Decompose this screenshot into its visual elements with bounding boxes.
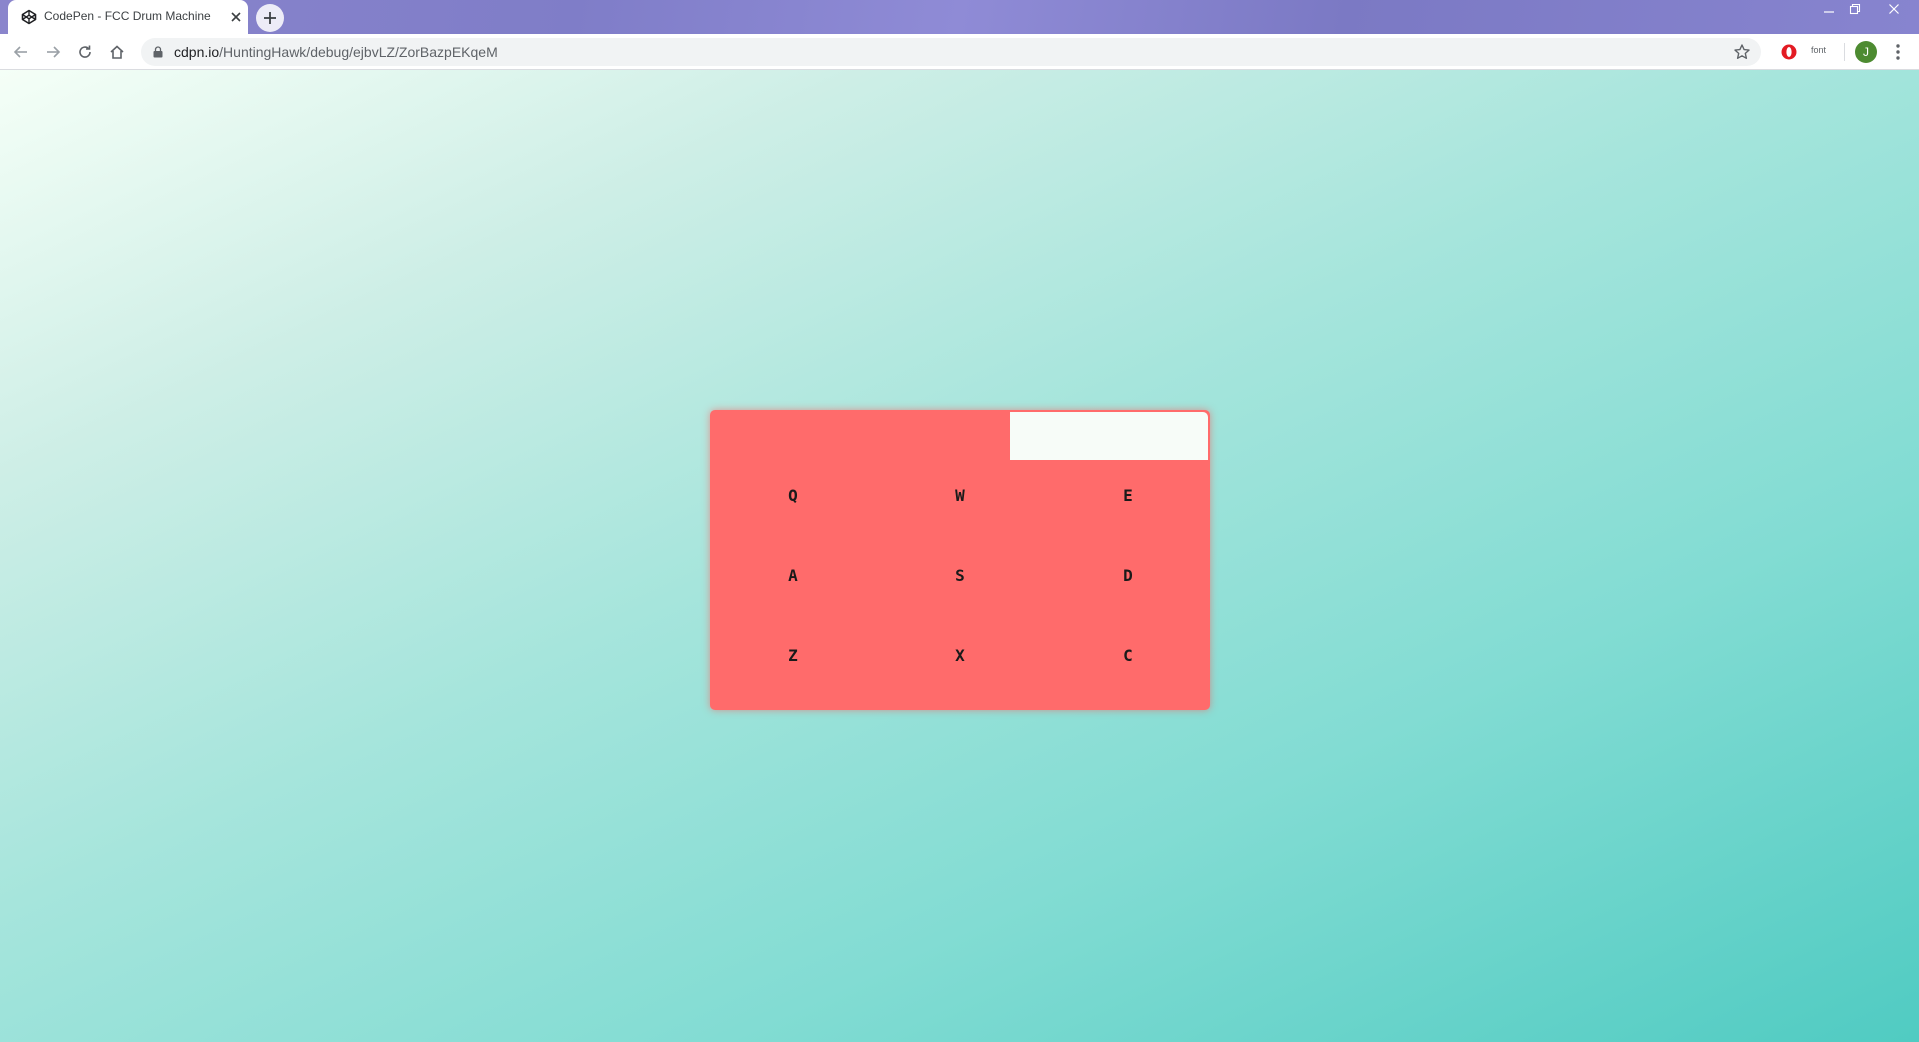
url-path: /HuntingHawk/debug/ejbvLZ/ZorBazpEKqeM	[219, 44, 498, 60]
minimize-icon	[1824, 11, 1834, 13]
forward-button[interactable]	[42, 41, 64, 63]
close-icon[interactable]	[229, 10, 243, 24]
codepen-icon	[21, 9, 37, 25]
profile-avatar[interactable]: J	[1855, 41, 1877, 63]
browser-tab[interactable]: CodePen - FCC Drum Machine	[8, 0, 248, 34]
drum-pad-s[interactable]: S	[905, 545, 1015, 605]
window-close-icon	[1889, 4, 1899, 14]
drum-pad-a[interactable]: A	[738, 545, 848, 605]
minimize-button[interactable]	[1815, 0, 1843, 18]
home-button[interactable]	[106, 41, 128, 63]
opera-extension-icon[interactable]	[1780, 43, 1798, 61]
display-panel	[1010, 412, 1208, 460]
toolbar-divider	[1844, 43, 1845, 61]
browser-titlebar: CodePen - FCC Drum Machine	[0, 0, 1919, 34]
drum-pad-e[interactable]: E	[1073, 465, 1183, 525]
drum-pad-d[interactable]: D	[1073, 545, 1183, 605]
font-extension-label[interactable]: font	[1811, 45, 1826, 55]
home-icon	[110, 45, 124, 59]
window-close-button[interactable]	[1880, 0, 1908, 18]
tab-title: CodePen - FCC Drum Machine	[44, 9, 211, 23]
star-icon[interactable]	[1733, 43, 1751, 61]
more-menu-icon[interactable]	[1890, 42, 1906, 62]
drum-pad-z[interactable]: Z	[738, 625, 848, 685]
drum-machine: Q W E A S D Z X C	[710, 410, 1210, 710]
address-bar[interactable]: cdpn.io/HuntingHawk/debug/ejbvLZ/ZorBazp…	[141, 38, 1761, 66]
reload-button[interactable]	[74, 41, 96, 63]
restore-icon	[1849, 3, 1861, 15]
restore-button[interactable]	[1841, 0, 1869, 18]
browser-toolbar: cdpn.io/HuntingHawk/debug/ejbvLZ/ZorBazp…	[0, 34, 1919, 70]
page-viewport: Q W E A S D Z X C	[0, 70, 1919, 1042]
new-tab-button[interactable]	[256, 4, 284, 32]
back-button[interactable]	[10, 41, 32, 63]
url-text: cdpn.io/HuntingHawk/debug/ejbvLZ/ZorBazp…	[174, 44, 498, 60]
drum-pad-x[interactable]: X	[905, 625, 1015, 685]
drum-pad-c[interactable]: C	[1073, 625, 1183, 685]
plus-icon	[264, 12, 276, 24]
lock-icon	[153, 46, 163, 58]
arrow-right-icon	[47, 46, 61, 58]
drum-pad-q[interactable]: Q	[738, 465, 848, 525]
arrow-left-icon	[13, 46, 27, 58]
reload-icon	[79, 45, 91, 58]
url-host: cdpn.io	[174, 44, 220, 60]
drum-pad-w[interactable]: W	[905, 465, 1015, 525]
